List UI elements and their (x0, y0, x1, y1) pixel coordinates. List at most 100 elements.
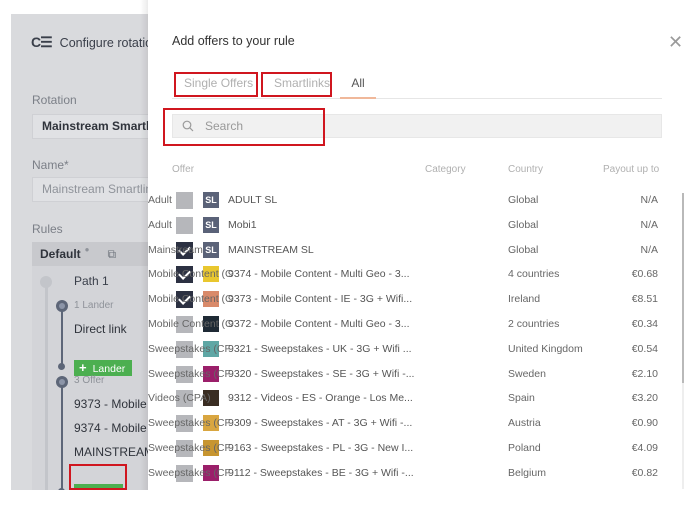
lander-count: 1 Lander (74, 300, 114, 311)
offer-payout: €3.20 (631, 392, 658, 405)
column-header-category[interactable]: Category (425, 164, 466, 175)
path-label: Path 1 (74, 274, 109, 288)
offer-name (228, 486, 414, 490)
offers-table: SL ADULT SL Adult Global N/A SL Mobi1 Adult Glob… (148, 188, 700, 490)
offer-row[interactable] (148, 486, 700, 490)
add-lander-label: Lander (92, 363, 126, 375)
info-icon: ● (84, 244, 90, 254)
highlight-smartlinks (261, 72, 332, 97)
offer-row[interactable]: 9309 - Sweepstakes - AT - 3G + Wifi -...… (148, 411, 700, 436)
offer-payout: N/A (640, 243, 658, 256)
scrollbar-thumb[interactable] (682, 193, 684, 383)
offer-name: 9112 - Sweepstakes - BE - 3G + Wifi -... (228, 466, 414, 479)
highlight-search (163, 108, 325, 146)
offer-country: Global (508, 194, 539, 206)
offer-item[interactable]: 9374 - Mobile Content (74, 421, 148, 435)
offer-category: Mobile Content (C (148, 268, 233, 281)
offer-item[interactable]: 9373 - Mobile Content (74, 397, 148, 411)
row-checkbox[interactable] (176, 192, 193, 209)
offer-country: Global (508, 218, 539, 231)
offer-row[interactable]: 9321 - Sweepstakes - UK - 3G + Wifi ... S… (148, 337, 700, 362)
offer-name: 9374 - Mobile Content - Multi Geo - 3... (228, 268, 410, 281)
column-header-offer[interactable]: Offer (172, 164, 194, 175)
offer-row[interactable]: 9320 - Sweepstakes - SE - 3G + Wifi -...… (148, 362, 700, 387)
rotation-label: Rotation (32, 93, 77, 107)
offer-country (508, 486, 588, 490)
lander-node-icon (56, 300, 68, 312)
panel-title: Configure rotation (59, 35, 148, 50)
offer-row[interactable]: 9373 - Mobile Content - IE - 3G + Wifi..… (148, 287, 700, 312)
rotation-select[interactable]: Mainstream Smartlink (32, 114, 148, 139)
tab-all[interactable]: All (340, 70, 376, 99)
plus-icon: + (79, 360, 87, 375)
name-field[interactable]: Mainstream Smartlink (32, 177, 148, 202)
offer-category: Adult (148, 194, 172, 206)
modal-title: Add offers to your rule (172, 34, 295, 48)
offer-payout: €4.09 (631, 442, 658, 454)
modal-shadow (140, 0, 148, 490)
offer-payout: N/A (640, 194, 658, 206)
panel-header: C☰ Configure rotation (31, 34, 148, 51)
offer-country: Poland (508, 442, 541, 454)
column-header-country[interactable]: Country (508, 164, 543, 175)
lander-tree-line (61, 308, 63, 368)
offer-row[interactable]: 9374 - Mobile Content - Multi Geo - 3...… (148, 262, 700, 287)
offer-row[interactable]: 9372 - Mobile Content - Multi Geo - 3...… (148, 312, 700, 337)
offer-name: 9163 - Sweepstakes - PL - 3G - New I... (228, 442, 414, 454)
offer-row[interactable]: 9312 - Videos - ES - Orange - Los Me... V… (148, 386, 700, 411)
offer-end-node (58, 488, 65, 490)
offer-country: United Kingdom (508, 342, 583, 355)
smartlink-icon: SL (203, 216, 219, 233)
offer-row[interactable]: 9112 - Sweepstakes - BE - 3G + Wifi -...… (148, 461, 700, 486)
offer-category: Mainstream (148, 243, 203, 256)
offer-tree-line (61, 384, 63, 490)
offer-payout: €0.54 (631, 342, 658, 355)
offer-row[interactable]: SL ADULT SL Adult Global N/A (148, 188, 700, 213)
offer-name: 9373 - Mobile Content - IE - 3G + Wifi..… (228, 293, 413, 306)
smartlink-icon: SL (203, 192, 219, 208)
offer-payout: €8.51 (631, 293, 658, 306)
offer-row[interactable]: SL Mobi1 Adult Global N/A (148, 213, 700, 238)
offer-country: Ireland (508, 293, 541, 306)
row-checkbox[interactable] (176, 216, 193, 234)
highlight-add-offer (69, 464, 127, 490)
table-scrollbar[interactable] (682, 193, 684, 489)
offer-payout: €0.90 (631, 417, 658, 430)
rule-header[interactable]: Default ● ⧉ (32, 242, 148, 266)
offer-category: Mobile Content (C (148, 293, 233, 306)
offer-country: 2 countries (508, 318, 560, 330)
offer-payout: N/A (640, 218, 658, 231)
add-lander-button[interactable]: + Lander (74, 360, 133, 376)
offer-country: Spain (508, 392, 535, 405)
offer-item[interactable]: MAINSTREAM SL (74, 445, 148, 459)
copy-icon[interactable]: ⧉ (108, 247, 117, 262)
path-node-icon (40, 276, 52, 288)
offer-payout: €0.34 (631, 318, 658, 330)
offer-row[interactable]: SL MAINSTREAM SL Mainstream Global N/A (148, 238, 700, 263)
offer-name: Mobi1 (228, 218, 257, 231)
path-tree-line (45, 282, 48, 490)
offer-name: 9309 - Sweepstakes - AT - 3G + Wifi -... (228, 417, 413, 430)
offer-country: Belgium (508, 466, 546, 479)
offer-country: 4 countries (508, 268, 560, 281)
offer-count: 3 Offer (74, 375, 105, 386)
offer-name: MAINSTREAM SL (228, 243, 314, 256)
offer-node-icon (56, 376, 68, 388)
offer-category: Sweepstakes (CF (148, 442, 231, 454)
offer-payout: €2.10 (631, 367, 658, 380)
offer-country: Global (508, 243, 539, 256)
offer-name: 9312 - Videos - ES - Orange - Los Me... (228, 392, 413, 405)
add-offers-modal: Add offers to your rule ✕ Single Offers … (148, 0, 700, 507)
offer-category: Videos (CPA) (148, 392, 211, 405)
offer-name: 9321 - Sweepstakes - UK - 3G + Wifi ... (228, 342, 412, 355)
close-icon[interactable]: ✕ (668, 33, 683, 51)
offer-category: Mobile Content (C (148, 318, 233, 330)
offer-category: Sweepstakes (CF (148, 417, 231, 430)
offer-row[interactable]: 9163 - Sweepstakes - PL - 3G - New I... S… (148, 436, 700, 461)
column-header-payout[interactable]: Payout up to (603, 164, 659, 175)
offer-payout: €0.82 (631, 466, 658, 479)
rule-name: Default (40, 247, 81, 261)
offer-category: Adult (148, 218, 172, 231)
lander-end-node (58, 363, 65, 370)
lander-item[interactable]: Direct link (74, 322, 127, 336)
